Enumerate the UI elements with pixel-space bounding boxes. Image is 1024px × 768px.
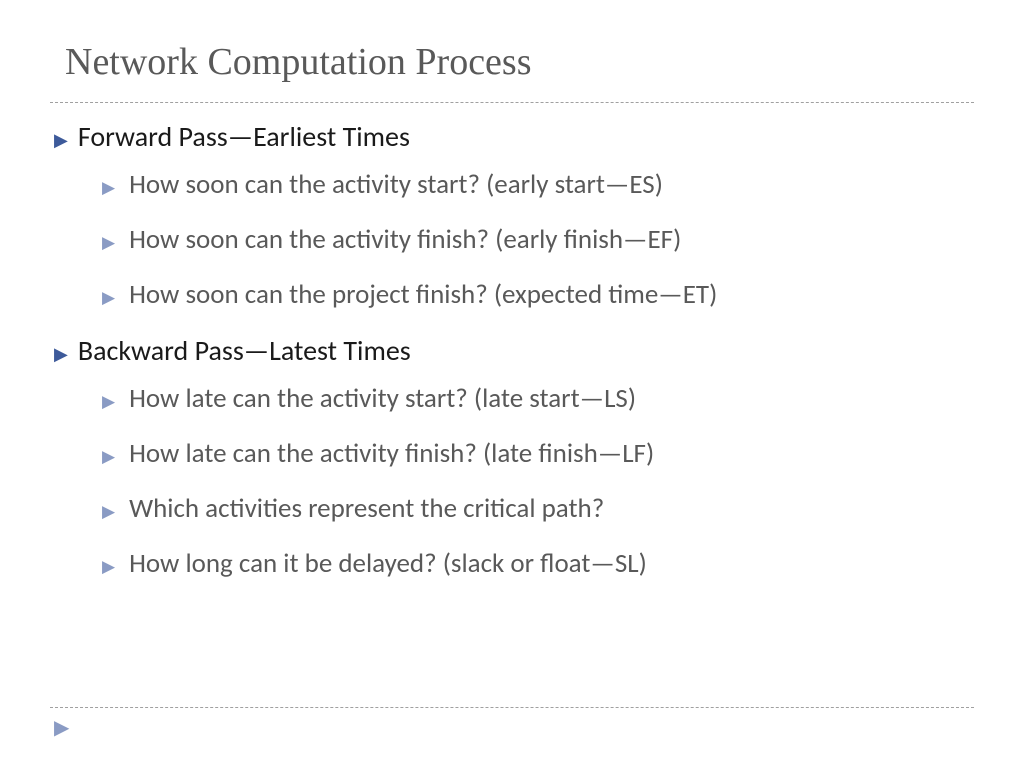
list-item: ▶ How soon can the activity start? (earl… [102,168,974,201]
triangle-right-icon: ▶ [102,391,115,412]
triangle-right-icon: ▶ [102,501,115,522]
slide-content: ▶ Forward Pass—Earliest Times ▶ How soon… [50,119,974,580]
item-text: How soon can the project finish? (expect… [129,278,717,311]
triangle-right-icon: ▶ [102,446,115,467]
triangle-right-icon: ▶ [102,287,115,308]
list-item: ▶ How late can the activity start? (late… [102,382,974,415]
item-text: How long can it be delayed? (slack or fl… [129,547,647,580]
triangle-right-icon: ▶ [54,129,68,151]
item-text: How soon can the activity finish? (early… [129,223,681,256]
item-text: How soon can the activity start? (early … [129,168,663,201]
heading-text: Backward Pass—Latest Times [78,333,411,368]
list-item: ▶ How long can it be delayed? (slack or … [102,547,974,580]
triangle-right-icon: ▶ [102,232,115,253]
list-item: ▶ Which activities represent the critica… [102,492,974,525]
list-item: ▶ How soon can the activity finish? (ear… [102,223,974,256]
list-item: ▶ How soon can the project finish? (expe… [102,278,974,311]
slide-title: Network Computation Process [65,40,974,84]
footer-triangle-icon: ▶ [54,715,69,740]
item-text: Which activities represent the critical … [129,492,604,525]
triangle-right-icon: ▶ [102,556,115,577]
triangle-right-icon: ▶ [54,343,68,365]
item-text: How late can the activity finish? (late … [129,437,654,470]
section-heading: ▶ Forward Pass—Earliest Times [54,119,974,154]
item-text: How late can the activity start? (late s… [129,382,636,415]
heading-text: Forward Pass—Earliest Times [78,119,410,154]
divider-bottom [50,707,974,708]
section-heading: ▶ Backward Pass—Latest Times [54,333,974,368]
list-item: ▶ How late can the activity finish? (lat… [102,437,974,470]
triangle-right-icon: ▶ [102,177,115,198]
divider-top [50,102,974,103]
